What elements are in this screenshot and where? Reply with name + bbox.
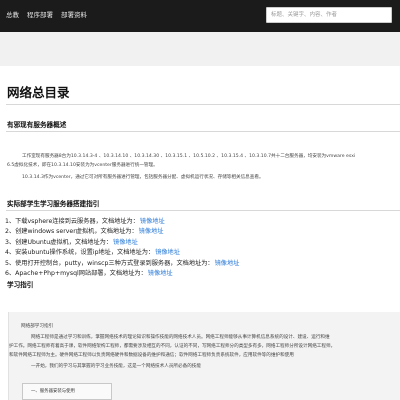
section-heading-server-overview: 有邪现有服务器概述: [7, 121, 67, 129]
list-item: 5、使用打开控制台，putty，winscp三种方式登录到服务器，文档地址为：镜…: [5, 259, 240, 267]
paragraph-line: 和软件网络工程师为主。硬件网络工程师以负责网络硬件和数据设备的维护和通信；软件网…: [9, 353, 294, 358]
doc-link[interactable]: 镜像地址: [148, 270, 173, 277]
list-item: 4、安装ubuntu操作系统，设置ip地址，文档地址为：镜像地址: [5, 249, 180, 257]
paragraph-line: 护工作。网络工程师有着高于课，软件网络架构工程师，都需要涉及相互的不同，认证的不…: [9, 344, 336, 349]
top-navbar: 总教 程序部署 部署资料: [0, 0, 400, 32]
sub-item-label: 一、服务器安装与使用: [31, 389, 75, 394]
doc-link[interactable]: 镜像地址: [139, 228, 164, 235]
doc-link[interactable]: 镜像地址: [215, 260, 240, 267]
list-item: 3、创建Ubuntu虚拟机，文档地址为：镜像地址: [5, 238, 138, 246]
paragraph-line: 工作室现有服务器8台为10.3.14.3-4 、10.3.14.10 、10.3…: [22, 154, 356, 159]
header-band: [0, 32, 400, 66]
doc-link[interactable]: 镜像地址: [113, 239, 138, 246]
list-item: 2、创建windows server虚拟机，文档地址为：镜像地址: [5, 228, 164, 236]
section-divider: [6, 131, 400, 132]
sub-item-box: 一、服务器安装与使用: [22, 383, 112, 400]
nav-item-docs[interactable]: 部署资料: [61, 11, 87, 19]
doc-link[interactable]: 镜像地址: [155, 249, 180, 256]
title-divider: [6, 104, 400, 105]
page-title: 网络总目录: [7, 85, 70, 100]
section-heading-setup-guide: 实际部学生学习服务器搭建指引: [7, 200, 100, 208]
list-item: 1、下载vsphere连接到云服务器，文档地址为：镜像地址: [5, 218, 165, 225]
doc-link[interactable]: 镜像地址: [140, 218, 165, 225]
search-input[interactable]: [266, 7, 392, 23]
paragraph-line: 网络工程师是通过学习和训练，掌握网络技术的理论知识和操作技能的网络技术人员。网络…: [31, 335, 330, 340]
nav-item-home[interactable]: 总教: [6, 11, 19, 19]
section-divider: [6, 210, 400, 211]
paragraph-line: 一开始，我们的学习与其掌握的学习业务技能，这是一个网络技术人员所必备的技能: [31, 364, 201, 369]
paragraph-line: 10.3.14.3作为vcenter，通过它可对所有服务器进行管理，包括服务器分…: [22, 175, 264, 180]
section-heading-learning-guide: 学习指引: [7, 281, 34, 289]
main-nav: 总教 程序部署 部署资料: [6, 11, 87, 19]
paragraph-line: 6.5虚拟化技术，即在10.3.14.10安装为为vcenter服务器进行统一管…: [7, 163, 158, 168]
nav-item-deployment[interactable]: 程序部署: [27, 11, 53, 19]
list-item: 6、Apache+Php+mysql网站部署，文档地址为：镜像地址: [5, 269, 173, 277]
box-title: 网络部学习指引: [21, 324, 54, 329]
setup-guide-list: 1、下载vsphere连接到云服务器，文档地址为：镜像地址 2、创建window…: [5, 217, 239, 279]
